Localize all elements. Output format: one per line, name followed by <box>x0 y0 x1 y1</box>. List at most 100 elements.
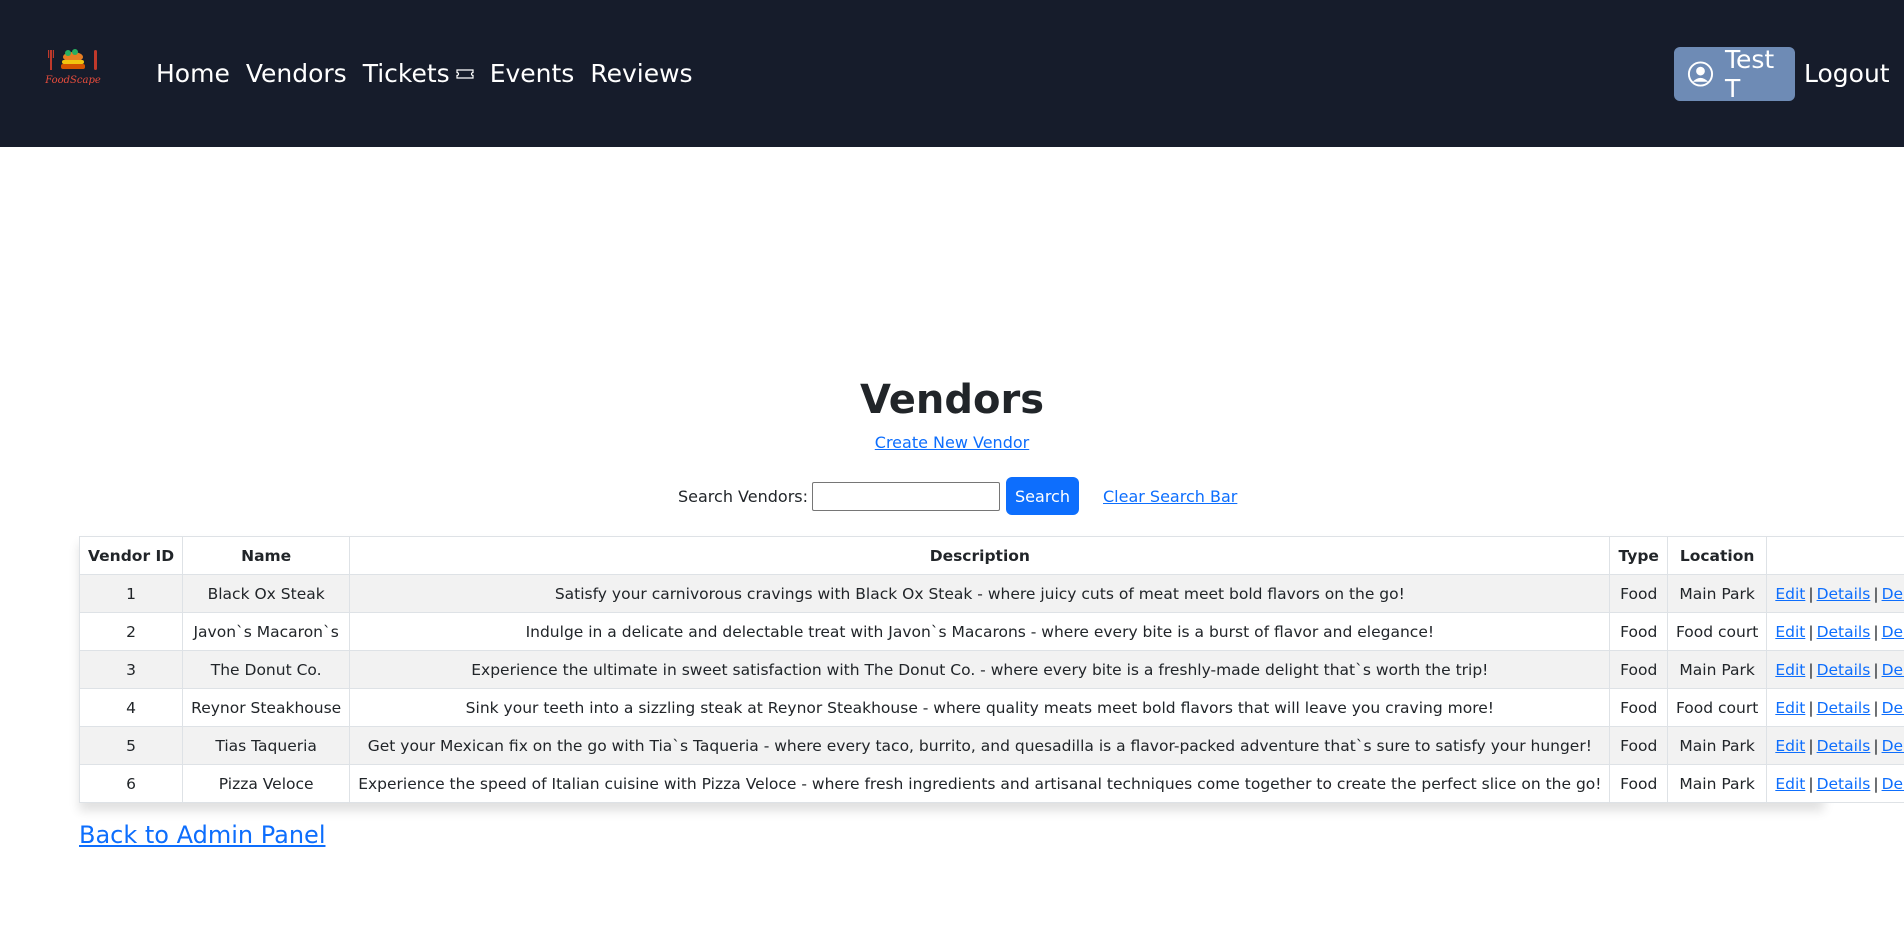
logo-text: FoodScape <box>44 75 101 86</box>
page-title: Vendors <box>859 377 1045 423</box>
cell-description: Experience the speed of Italian cuisine … <box>349 764 1611 803</box>
cell-description: Satisfy your carnivorous cravings with B… <box>349 574 1611 613</box>
search-input[interactable] <box>812 481 1000 511</box>
header-type: Type <box>1609 536 1668 575</box>
back-to-admin-link[interactable]: Back to Admin Panel <box>79 820 325 850</box>
vendors-table: Vendor ID Name Description Type Location… <box>78 536 1904 803</box>
table-row: 6 Pizza Veloce Experience the speed of Ita… <box>78 764 1904 803</box>
action-separator: | <box>1873 698 1879 717</box>
delete-link[interactable]: Delete <box>1882 585 1904 603</box>
cell-name: Tias Taqueria <box>182 726 351 765</box>
cell-name: Pizza Veloce <box>182 764 351 803</box>
delete-link[interactable]: Delete <box>1882 661 1904 679</box>
clear-search-link[interactable]: Clear Search Bar <box>1103 487 1237 506</box>
action-separator: | <box>1808 736 1814 755</box>
cell-vendor-id: 3 <box>78 650 184 689</box>
edit-link[interactable]: Edit <box>1775 775 1805 793</box>
header-name: Name <box>182 536 351 575</box>
cell-description: Experience the ultimate in sweet satisfa… <box>349 650 1611 689</box>
nav-links: Home Vendors Tickets Events Reviews <box>156 58 693 90</box>
cell-location: Main Park <box>1666 650 1768 689</box>
delete-link[interactable]: Delete <box>1882 623 1904 641</box>
search-label: Search Vendors: <box>678 486 808 506</box>
delete-link[interactable]: Delete <box>1882 775 1904 793</box>
action-separator: | <box>1873 622 1879 641</box>
action-separator: | <box>1808 698 1814 717</box>
edit-link[interactable]: Edit <box>1775 585 1805 603</box>
search-button[interactable]: Search <box>1006 477 1079 515</box>
cell-location: Food court <box>1666 688 1768 727</box>
cell-vendor-id: 1 <box>78 574 184 613</box>
edit-link[interactable]: Edit <box>1775 737 1805 755</box>
details-link[interactable]: Details <box>1817 661 1871 679</box>
delete-link[interactable]: Delete <box>1882 699 1904 717</box>
foodscape-logo[interactable]: FoodScape <box>40 46 106 98</box>
cell-name: The Donut Co. <box>182 650 351 689</box>
cell-name: Javon`s Macaron`s <box>182 612 351 651</box>
edit-link[interactable]: Edit <box>1775 623 1805 641</box>
table-row: 4 Reynor Steakhouse Sink your teeth into a… <box>78 688 1904 727</box>
nav-reviews[interactable]: Reviews <box>590 58 692 90</box>
details-link[interactable]: Details <box>1817 585 1871 603</box>
cell-description: Sink your teeth into a sizzling steak at… <box>349 688 1611 727</box>
cell-actions: Edit|Details|Delete <box>1766 688 1904 727</box>
action-separator: | <box>1873 736 1879 755</box>
table-row: 3 The Donut Co. Experience the ultimate in… <box>78 650 1904 689</box>
cell-location: Main Park <box>1666 726 1768 765</box>
nav-home[interactable]: Home <box>156 58 230 90</box>
cell-type: Food <box>1609 574 1668 613</box>
action-separator: | <box>1873 660 1879 679</box>
cell-name: Reynor Steakhouse <box>182 688 351 727</box>
cell-actions: Edit|Details|Delete <box>1766 764 1904 803</box>
nav-vendors[interactable]: Vendors <box>246 58 347 90</box>
cell-vendor-id: 6 <box>78 764 184 803</box>
cell-actions: Edit|Details|Delete <box>1766 574 1904 613</box>
cell-actions: Edit|Details|Delete <box>1766 650 1904 689</box>
logout-link[interactable]: Logout <box>1804 58 1890 90</box>
nav-tickets[interactable]: Tickets <box>363 58 474 90</box>
user-profile-button[interactable]: Test T <box>1674 45 1795 103</box>
details-link[interactable]: Details <box>1817 775 1871 793</box>
cell-vendor-id: 4 <box>78 688 184 727</box>
details-link[interactable]: Details <box>1817 737 1871 755</box>
cell-actions: Edit|Details|Delete <box>1766 726 1904 765</box>
cell-actions: Edit|Details|Delete <box>1766 612 1904 651</box>
user-name: Test T <box>1724 45 1775 103</box>
delete-link[interactable]: Delete <box>1882 737 1904 755</box>
table-header-row: Vendor ID Name Description Type Location <box>78 536 1904 575</box>
cell-type: Food <box>1609 764 1668 803</box>
action-separator: | <box>1808 660 1814 679</box>
header-description: Description <box>349 536 1611 575</box>
nav-tickets-label: Tickets <box>362 59 450 88</box>
create-new-vendor-link[interactable]: Create New Vendor <box>875 433 1029 452</box>
user-circle-icon <box>1687 61 1714 87</box>
vendors-table-container: Vendor ID Name Description Type Location… <box>78 536 1904 803</box>
table-body: 1 Black Ox Steak Satisfy your carnivorous … <box>78 574 1904 803</box>
cell-type: Food <box>1609 650 1668 689</box>
action-separator: | <box>1873 584 1879 603</box>
cell-location: Food court <box>1666 612 1768 651</box>
header-actions <box>1766 536 1904 575</box>
edit-link[interactable]: Edit <box>1775 699 1805 717</box>
cell-vendor-id: 2 <box>78 612 184 651</box>
cell-location: Main Park <box>1666 574 1768 613</box>
details-link[interactable]: Details <box>1817 699 1871 717</box>
cell-description: Indulge in a delicate and delectable tre… <box>349 612 1611 651</box>
nav-events[interactable]: Events <box>490 58 575 90</box>
action-separator: | <box>1808 622 1814 641</box>
header-location: Location <box>1666 536 1768 575</box>
cell-location: Main Park <box>1666 764 1768 803</box>
cell-type: Food <box>1609 688 1668 727</box>
action-separator: | <box>1873 774 1879 793</box>
header-vendor-id: Vendor ID <box>78 536 184 575</box>
cell-name: Black Ox Steak <box>182 574 351 613</box>
table-row: 2 Javon`s Macaron`s Indulge in a delicate … <box>78 612 1904 651</box>
table-row: 1 Black Ox Steak Satisfy your carnivorous … <box>78 574 1904 613</box>
table-row: 5 Tias Taqueria Get your Mexican fix on th… <box>78 726 1904 765</box>
cell-type: Food <box>1609 612 1668 651</box>
action-separator: | <box>1808 584 1814 603</box>
details-link[interactable]: Details <box>1817 623 1871 641</box>
cell-description: Get your Mexican fix on the go with Tia`… <box>349 726 1611 765</box>
edit-link[interactable]: Edit <box>1775 661 1805 679</box>
cell-type: Food <box>1609 726 1668 765</box>
